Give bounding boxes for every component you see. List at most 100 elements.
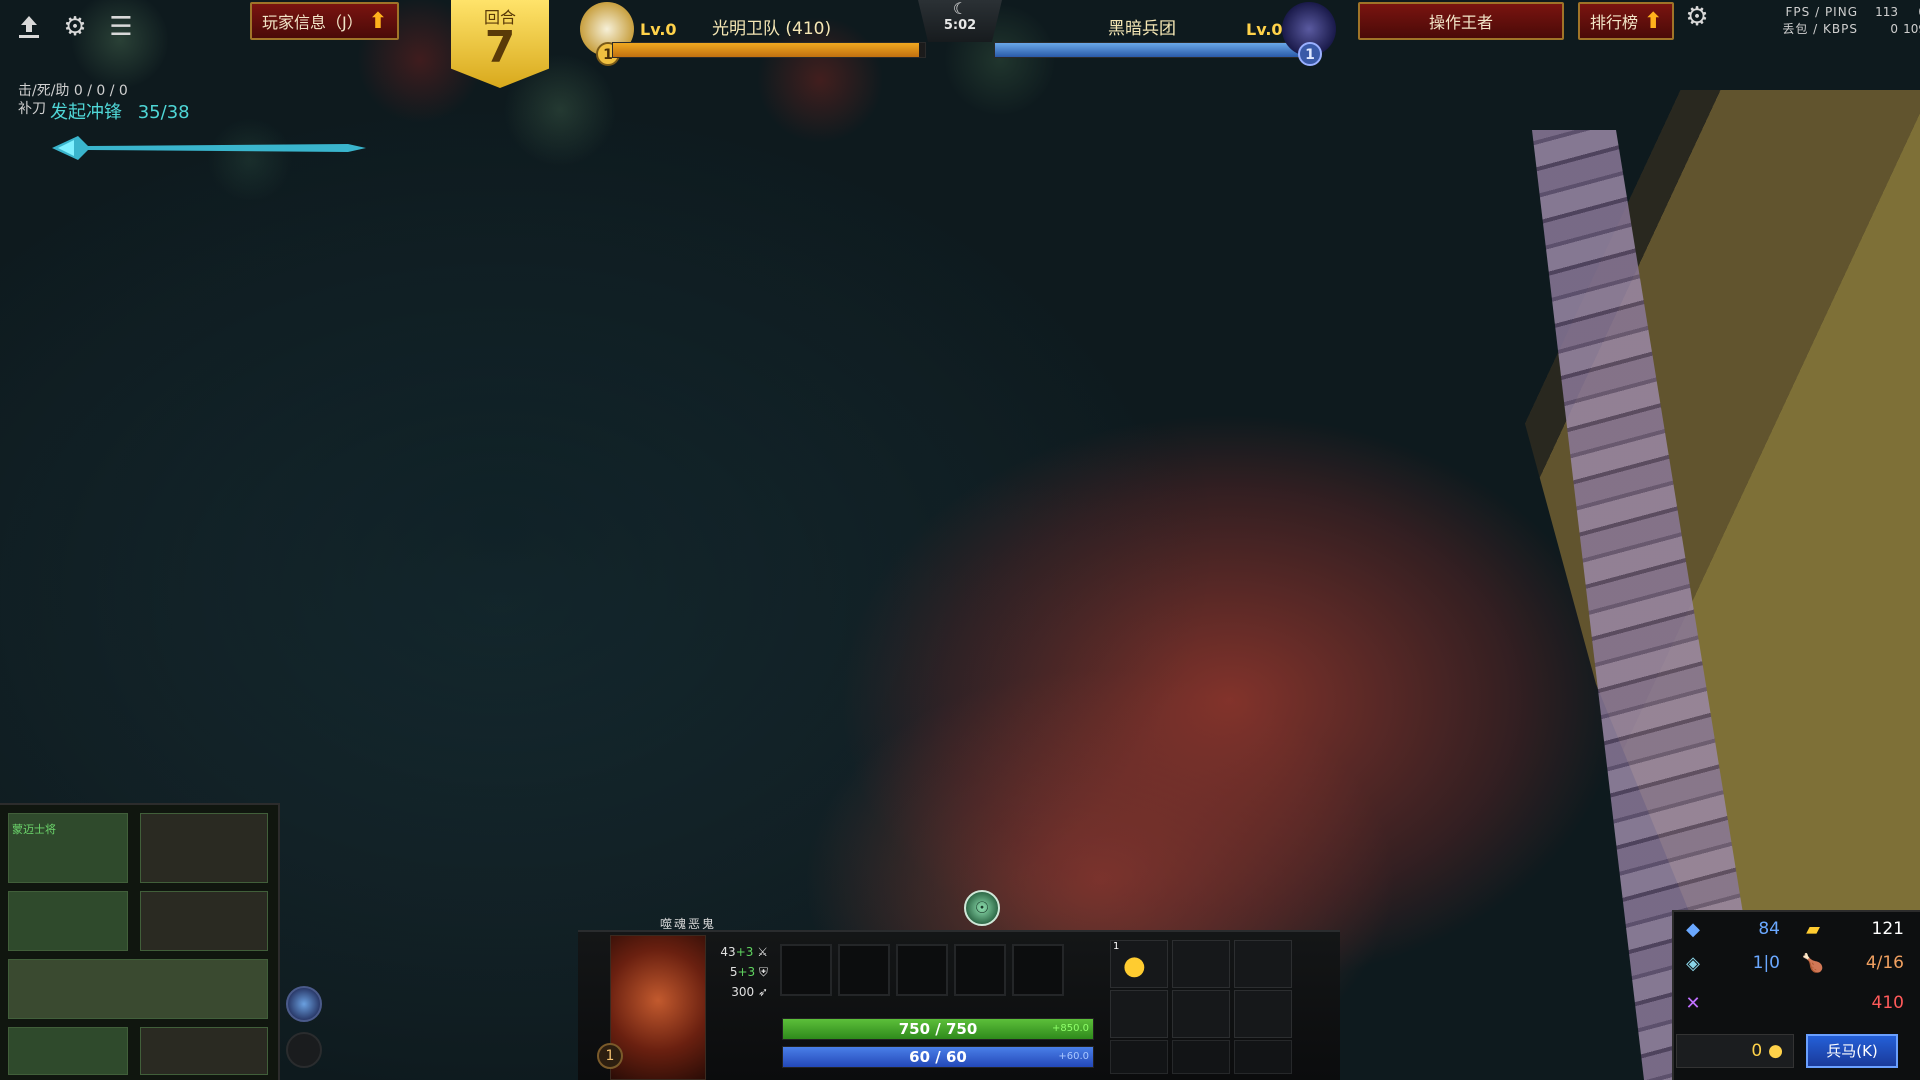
inventory-slot-5[interactable]	[1172, 990, 1230, 1038]
network-stats: FPS / PING 113 0 丢包 / KBPS 0 109	[1762, 4, 1920, 38]
last-hit-label: 补刀	[18, 101, 46, 117]
dark-team-level: Lv.0	[1246, 20, 1283, 39]
backpack-slot-2[interactable]	[1172, 1040, 1230, 1074]
mana-bar: 60 / 60 +60.0	[782, 1046, 1094, 1068]
food-value: 4/16	[1865, 953, 1904, 973]
ability-slot-1[interactable]	[780, 944, 832, 996]
backpack-slot-1[interactable]	[1110, 1040, 1168, 1074]
hero-stats: 43+3 ⚔ 5+3 ⛨ 300 ➶	[716, 942, 768, 1002]
inventory-slot-3[interactable]	[1234, 940, 1292, 988]
arrow-up-icon: ⬆	[1644, 8, 1663, 34]
operator-king-label: 操作王者	[1428, 13, 1493, 32]
minimap-zone	[8, 891, 128, 951]
round-number: 7	[484, 22, 516, 73]
gold-counter: 0 ●	[1676, 1034, 1794, 1068]
power-resource: ✕ 410	[1680, 986, 1914, 1020]
gem-resource: ◈ 1|0	[1680, 946, 1790, 980]
armor-stat: 5+3 ⛨	[716, 962, 768, 982]
gold-bar-value: 121	[1871, 919, 1904, 939]
charge-text: 发起冲锋	[50, 102, 122, 123]
damage-bonus: +3	[735, 945, 754, 959]
gear-icon[interactable]: ⚙	[60, 12, 90, 42]
dark-team-bar	[994, 42, 1304, 58]
minimap[interactable]: 蒙迈士将	[0, 803, 280, 1080]
light-team-bar-fill	[613, 43, 919, 57]
inventory-slot-2[interactable]	[1172, 940, 1230, 988]
ability-slot-2[interactable]	[838, 944, 890, 996]
inventory-slot-1[interactable]: 1 ●	[1110, 940, 1168, 988]
gold-value: 0	[1751, 1041, 1763, 1061]
drumstick-icon: 🍗	[1801, 952, 1825, 974]
damage-value: 43	[720, 945, 736, 959]
boot-icon: ➶	[757, 985, 768, 999]
loss-kbps-label: 丢包 / KBPS	[1782, 22, 1858, 36]
spear-icon	[52, 136, 366, 160]
game-clock: ☾ 5:02	[918, 0, 1002, 42]
upload-icon[interactable]	[14, 12, 44, 42]
inventory-slot-6[interactable]	[1234, 990, 1292, 1038]
mana-value: 60 / 60	[909, 1048, 967, 1066]
inventory-count: 1	[1113, 941, 1120, 952]
clock-time: 5:02	[943, 18, 977, 33]
armor-bonus: +3	[737, 965, 756, 979]
light-team-bar	[612, 42, 926, 58]
troop-button[interactable]: 兵马(K)	[1806, 1034, 1898, 1068]
mana-regen: +60.0	[1058, 1051, 1089, 1062]
moon-icon: ☾	[952, 0, 968, 18]
hero-portrait[interactable]: 1	[597, 935, 706, 1080]
light-team-level: Lv.0	[640, 20, 677, 39]
dark-team-name: 黑暗兵团	[1108, 19, 1176, 39]
minimap-label: 蒙迈士将	[12, 823, 56, 836]
hero-level: 1	[597, 1043, 623, 1069]
fps-ping-label: FPS / PING	[1785, 5, 1858, 19]
speed-stat: 300 ➶	[716, 982, 768, 1002]
loss-value: 0	[1890, 22, 1898, 36]
leaderboard-button[interactable]: 排行榜 ⬆	[1578, 2, 1675, 40]
gem-icon: ◈	[1686, 952, 1700, 974]
crystal-value: 84	[1758, 919, 1780, 939]
settings-gear-icon[interactable]: ⚙	[1682, 2, 1712, 32]
minimap-zone	[140, 1027, 268, 1075]
ability-slot-5[interactable]	[1012, 944, 1064, 996]
damage-stat: 43+3 ⚔	[716, 942, 768, 962]
minimap-zone	[140, 813, 268, 883]
minimap-zone	[140, 891, 268, 951]
top-left-toolbar: ⚙ ☰	[14, 12, 136, 42]
crystal-icon: ◆	[1686, 918, 1700, 940]
ability-slot-4[interactable]	[954, 944, 1006, 996]
dark-team-bar-fill	[995, 43, 1303, 57]
backpack-slot-3[interactable]	[1234, 1040, 1292, 1074]
ping-value: 0	[1898, 4, 1920, 21]
charge-count: 35/38	[137, 102, 190, 123]
operator-king-button[interactable]: 操作王者	[1358, 2, 1564, 40]
player-info-button[interactable]: 玩家信息（J） ⬆	[250, 2, 400, 40]
gold-bar-icon: ▰	[1806, 918, 1820, 940]
coin-icon: ●	[1768, 1041, 1783, 1061]
gold-bar-resource: ▰ 121	[1800, 912, 1914, 946]
gold-coins-icon: ●	[1123, 951, 1146, 981]
arrow-up-icon: ⬆	[368, 8, 388, 34]
ability-slot-3[interactable]	[896, 944, 948, 996]
dark-team-emblem: 1	[1282, 2, 1336, 66]
crossed-swords-icon: ✕	[1685, 992, 1701, 1014]
scan-icon[interactable]: ☉	[964, 890, 1000, 926]
minimap-toggle-button[interactable]	[286, 1032, 322, 1068]
light-team-name: 光明卫队 (410)	[712, 19, 832, 39]
food-resource: 🍗 4/16	[1800, 946, 1914, 980]
minimap-ping-button[interactable]	[286, 986, 322, 1022]
crystal-resource: ◆ 84	[1680, 912, 1790, 946]
player-info-label: 玩家信息（J）	[262, 13, 363, 32]
minimap-zone	[8, 1027, 128, 1075]
gem-value: 1|0	[1752, 953, 1780, 973]
health-value: 750 / 750	[898, 1020, 978, 1038]
sword-icon: ⚔	[757, 945, 768, 959]
menu-icon[interactable]: ☰	[106, 12, 136, 42]
hero-name: 噬魂恶鬼	[660, 917, 717, 931]
fps-value: 113	[1875, 5, 1898, 19]
speed-value: 300	[731, 985, 755, 999]
health-bar: 750 / 750 +850.0	[782, 1018, 1094, 1040]
shield-icon: ⛨	[758, 965, 768, 979]
kda-stats: 击/死/助 0 / 0 / 0	[18, 83, 128, 99]
inventory-slot-4[interactable]	[1110, 990, 1168, 1038]
charge-status: 发起冲锋 35/38	[50, 98, 190, 124]
